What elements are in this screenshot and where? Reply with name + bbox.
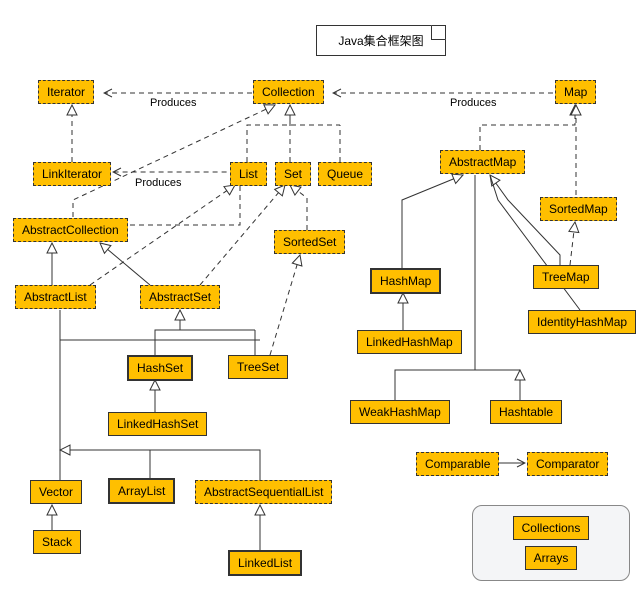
node-link-iterator: LinkIterator	[33, 162, 111, 186]
node-linked-hash-map: LinkedHashMap	[357, 330, 462, 354]
node-set: Set	[275, 162, 311, 186]
node-tree-set: TreeSet	[228, 355, 288, 379]
node-map: Map	[555, 80, 596, 104]
label-produces-3: Produces	[135, 177, 181, 189]
node-identity-hash-map: IdentityHashMap	[528, 310, 636, 334]
node-vector: Vector	[30, 480, 82, 504]
node-abstract-sequential-list: AbstractSequentialList	[195, 480, 332, 504]
legend-panel: Collections Arrays	[472, 505, 630, 581]
node-abstract-list: AbstractList	[15, 285, 96, 309]
node-weak-hash-map: WeakHashMap	[350, 400, 450, 424]
legend-arrays: Arrays	[525, 546, 578, 570]
node-comparable: Comparable	[416, 452, 499, 476]
diagram-title-note: Java集合框架图	[316, 25, 446, 56]
legend-collections: Collections	[513, 516, 590, 540]
node-comparator: Comparator	[527, 452, 608, 476]
node-queue: Queue	[318, 162, 372, 186]
node-linked-hash-set: LinkedHashSet	[108, 412, 207, 436]
node-array-list: ArrayList	[108, 478, 175, 504]
node-abstract-set: AbstractSet	[140, 285, 220, 309]
node-tree-map: TreeMap	[533, 265, 599, 289]
node-sorted-set: SortedSet	[274, 230, 345, 254]
node-hashtable: Hashtable	[490, 400, 562, 424]
node-list: List	[230, 162, 267, 186]
node-abstract-map: AbstractMap	[440, 150, 525, 174]
node-linked-list: LinkedList	[228, 550, 302, 576]
node-collection: Collection	[253, 80, 324, 104]
label-produces-2: Produces	[450, 97, 496, 109]
node-hash-map: HashMap	[370, 268, 441, 294]
node-iterator: Iterator	[38, 80, 94, 104]
node-sorted-map: SortedMap	[540, 197, 617, 221]
node-stack: Stack	[33, 530, 81, 554]
node-hash-set: HashSet	[127, 355, 193, 381]
label-produces-1: Produces	[150, 97, 196, 109]
node-abstract-collection: AbstractCollection	[13, 218, 128, 242]
diagram-title: Java集合框架图	[338, 34, 423, 48]
